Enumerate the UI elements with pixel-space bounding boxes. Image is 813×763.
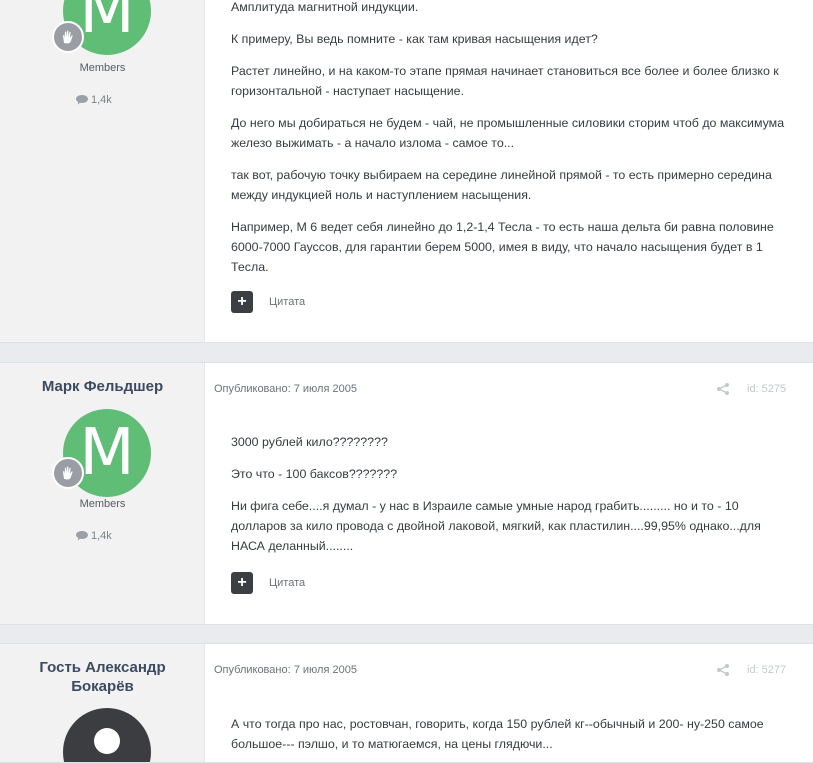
user-silhouette-icon — [94, 728, 120, 754]
raised-hand-icon — [52, 21, 84, 53]
post-paragraph: К примеру, Вы ведь помните - как там кри… — [231, 32, 598, 46]
post-paragraph: Например, М 6 ведет себя линейно до 1,2-… — [231, 220, 774, 274]
post-content: А что тогда про нас, ростовчан, говорить… — [231, 714, 796, 762]
plus-icon: + — [237, 574, 247, 591]
post-paragraph: Амплитуда магнитной индукции. — [231, 0, 419, 14]
post-paragraph: Растет линейно, и на каком-то этапе прям… — [231, 64, 779, 98]
post-paragraph: так вот, рабочую точку выбираем на серед… — [231, 168, 772, 202]
quote-link[interactable]: Цитата — [269, 296, 305, 308]
post-content: 3000 рублей кило???????? Это что - 100 б… — [231, 432, 796, 568]
post-count-value: 1,4k — [91, 94, 112, 106]
multiquote-button[interactable]: + — [231, 291, 253, 313]
post-paragraph: До него мы добираться не будем - чай, не… — [231, 116, 785, 150]
post-id[interactable]: id: 5277 — [747, 664, 786, 676]
member-group: Members — [79, 62, 126, 74]
post-count-value: 1,4k — [91, 530, 112, 542]
author-panel: M Members 1,4k — [0, 0, 205, 342]
post-count[interactable]: 1,4k — [76, 530, 112, 542]
quote-link[interactable]: Цитата — [269, 577, 305, 589]
post-content: Амплитуда магнитной индукции. К примеру,… — [231, 0, 796, 289]
post-count[interactable]: 1,4k — [76, 94, 112, 106]
author-panel: Гость Александр Бокарёв — [0, 644, 205, 762]
forum-post: M Members 1,4k Амплитуда магнитной индук… — [0, 0, 813, 343]
plus-icon: + — [237, 293, 247, 310]
share-icon[interactable] — [716, 664, 730, 676]
forum-post: Марк Фельдшер M Members 1,4k Опубликован… — [0, 362, 813, 625]
author-name[interactable]: Гость Александр Бокарёв — [0, 658, 205, 696]
author-name[interactable]: Марк Фельдшер — [0, 377, 205, 396]
post-date[interactable]: Опубликовано: 7 июля 2005 — [214, 383, 357, 395]
post-paragraph: Ни фига себе....я думал - у нас в Израил… — [231, 499, 761, 553]
share-icon[interactable] — [716, 383, 730, 395]
author-panel: Марк Фельдшер M Members 1,4k — [0, 363, 205, 624]
post-paragraph: 3000 рублей кило???????? — [231, 435, 388, 449]
author-name-line: Бокарёв — [71, 678, 134, 695]
member-group: Members — [79, 498, 126, 510]
post-date[interactable]: Опубликовано: 7 июля 2005 — [214, 664, 357, 676]
post-id[interactable]: id: 5275 — [747, 383, 786, 395]
speech-bubble-icon — [76, 95, 88, 105]
post-paragraph: Это что - 100 баксов??????? — [231, 467, 398, 481]
raised-hand-icon — [52, 457, 84, 489]
multiquote-button[interactable]: + — [231, 572, 253, 594]
avatar[interactable] — [63, 708, 151, 762]
post-paragraph: А что тогда про нас, ростовчан, говорить… — [231, 717, 764, 751]
avatar-letter: M — [79, 0, 135, 48]
avatar-letter: M — [79, 416, 135, 490]
author-name-line: Гость Александр — [39, 659, 166, 676]
forum-post: Гость Александр Бокарёв Опубликовано: 7 … — [0, 643, 813, 763]
speech-bubble-icon — [76, 531, 88, 541]
